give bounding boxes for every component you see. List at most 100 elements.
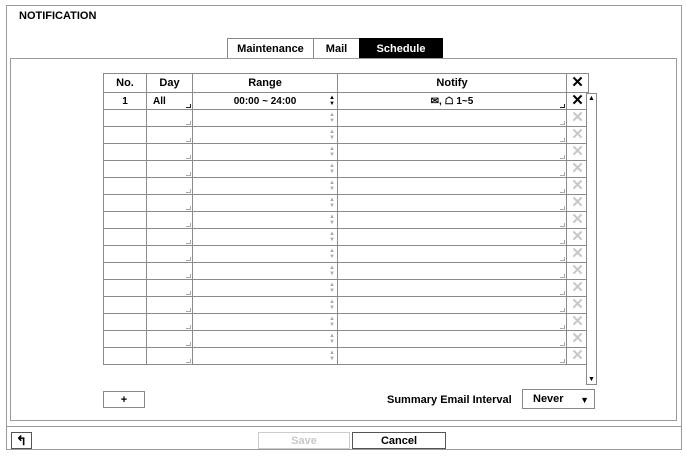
cell-notify[interactable] — [337, 279, 567, 297]
cell-day-select[interactable] — [146, 126, 193, 144]
close-icon: ✕ — [571, 194, 584, 211]
cell-range[interactable]: ▲ ▼ — [192, 228, 338, 246]
scroll-down-icon[interactable]: ▼ — [587, 375, 596, 384]
cell-notify[interactable] — [337, 211, 567, 229]
spinner-icon[interactable]: ▲ ▼ — [329, 129, 335, 141]
cell-range[interactable]: ▲ ▼ — [192, 313, 338, 331]
table-row[interactable]: ▲ ▼ ✕ — [103, 160, 589, 178]
cell-day-select[interactable] — [146, 279, 193, 297]
cell-notify[interactable] — [337, 296, 567, 314]
cell-range[interactable]: ▲ ▼ — [192, 245, 338, 263]
summary-interval-select[interactable]: Never ▼ — [522, 389, 595, 409]
cell-notify[interactable] — [337, 347, 567, 365]
spinner-icon[interactable]: ▲ ▼ — [329, 163, 335, 175]
cell-day-select[interactable] — [146, 347, 193, 365]
cell-range[interactable]: ▲ ▼ — [192, 126, 338, 144]
table-row[interactable]: ▲ ▼ ✕ — [103, 143, 589, 161]
table-row[interactable]: ▲ ▼ ✕ — [103, 126, 589, 144]
cell-day-select[interactable]: All — [146, 92, 193, 110]
delete-all-button[interactable]: ✕ — [566, 73, 589, 93]
cell-notify[interactable] — [337, 194, 567, 212]
table-row[interactable]: ▲ ▼ ✕ — [103, 177, 589, 195]
spinner-icon[interactable]: ▲ ▼ — [329, 316, 335, 328]
cell-day-select[interactable] — [146, 245, 193, 263]
add-schedule-button[interactable]: + — [103, 391, 145, 408]
spinner-icon[interactable]: ▲ ▼ — [329, 197, 335, 209]
cell-range[interactable]: ▲ ▼ — [192, 296, 338, 314]
cell-range[interactable]: ▲ ▼ — [192, 143, 338, 161]
table-row[interactable]: ▲ ▼ ✕ — [103, 245, 589, 263]
cell-day-select[interactable] — [146, 211, 193, 229]
table-row[interactable]: 1 All 00:00 ~ 24:00 ▲ ▼ ✉, ☖ 1~5 ✕ — [103, 92, 589, 110]
tab-schedule[interactable]: Schedule — [359, 38, 443, 58]
tab-maintenance[interactable]: Maintenance — [227, 38, 314, 58]
cell-day-select[interactable] — [146, 194, 193, 212]
cell-day-select[interactable] — [146, 262, 193, 280]
ellipsis-corner-icon — [560, 325, 565, 329]
cell-range[interactable]: ▲ ▼ — [192, 330, 338, 348]
cell-day-select[interactable] — [146, 296, 193, 314]
spinner-icon[interactable]: ▲ ▼ — [329, 180, 335, 192]
spinner-icon[interactable]: ▲ ▼ — [329, 350, 335, 362]
cell-range[interactable]: ▲ ▼ — [192, 279, 338, 297]
cell-notify[interactable] — [337, 245, 567, 263]
cell-day-select[interactable] — [146, 228, 193, 246]
ellipsis-corner-icon — [560, 359, 565, 363]
table-row[interactable]: ▲ ▼ ✕ — [103, 194, 589, 212]
spinner-icon[interactable]: ▲ ▼ — [329, 248, 335, 260]
table-row[interactable]: ▲ ▼ ✕ — [103, 109, 589, 127]
dropdown-corner-icon — [186, 240, 191, 244]
cell-range[interactable]: ▲ ▼ — [192, 194, 338, 212]
table-row[interactable]: ▲ ▼ ✕ — [103, 347, 589, 365]
spinner-icon[interactable]: ▲ ▼ — [329, 333, 335, 345]
spinner-icon[interactable]: ▲ ▼ — [329, 95, 335, 107]
cell-day-select[interactable] — [146, 313, 193, 331]
spinner-icon[interactable]: ▲ ▼ — [329, 299, 335, 311]
cell-range[interactable]: 00:00 ~ 24:00 ▲ ▼ — [192, 92, 338, 110]
cancel-button[interactable]: Cancel — [352, 432, 446, 449]
cell-range[interactable]: ▲ ▼ — [192, 262, 338, 280]
cell-day-select[interactable] — [146, 177, 193, 195]
cell-day-select[interactable] — [146, 143, 193, 161]
table-scrollbar[interactable]: ▲ ▼ — [586, 93, 597, 385]
spinner-icon[interactable]: ▲ ▼ — [329, 231, 335, 243]
ellipsis-corner-icon — [560, 274, 565, 278]
cell-notify[interactable] — [337, 143, 567, 161]
cell-notify[interactable] — [337, 262, 567, 280]
table-row[interactable]: ▲ ▼ ✕ — [103, 330, 589, 348]
cell-notify[interactable] — [337, 330, 567, 348]
scroll-up-icon[interactable]: ▲ — [587, 94, 596, 103]
spinner-icon[interactable]: ▲ ▼ — [329, 214, 335, 226]
spinner-icon[interactable]: ▲ ▼ — [329, 282, 335, 294]
spinner-icon[interactable]: ▲ ▼ — [329, 146, 335, 158]
cell-notify[interactable] — [337, 160, 567, 178]
ellipsis-corner-icon — [560, 240, 565, 244]
table-row[interactable]: ▲ ▼ ✕ — [103, 211, 589, 229]
footer-divider — [6, 426, 682, 427]
cell-day-select[interactable] — [146, 109, 193, 127]
cell-notify[interactable] — [337, 126, 567, 144]
cell-range[interactable]: ▲ ▼ — [192, 347, 338, 365]
cell-notify[interactable]: ✉, ☖ 1~5 — [337, 92, 567, 110]
cell-day-select[interactable] — [146, 160, 193, 178]
cell-day-select[interactable] — [146, 330, 193, 348]
close-icon: ✕ — [571, 92, 584, 109]
table-row[interactable]: ▲ ▼ ✕ — [103, 228, 589, 246]
save-button[interactable]: Save — [258, 432, 350, 449]
cell-range[interactable]: ▲ ▼ — [192, 160, 338, 178]
cell-range[interactable]: ▲ ▼ — [192, 177, 338, 195]
spinner-icon[interactable]: ▲ ▼ — [329, 112, 335, 124]
table-row[interactable]: ▲ ▼ ✕ — [103, 262, 589, 280]
cell-notify[interactable] — [337, 177, 567, 195]
cell-range[interactable]: ▲ ▼ — [192, 109, 338, 127]
table-row[interactable]: ▲ ▼ ✕ — [103, 279, 589, 297]
cell-notify[interactable] — [337, 228, 567, 246]
back-button[interactable]: ↰ — [11, 432, 32, 449]
spinner-icon[interactable]: ▲ ▼ — [329, 265, 335, 277]
cell-notify[interactable] — [337, 109, 567, 127]
table-row[interactable]: ▲ ▼ ✕ — [103, 296, 589, 314]
cell-range[interactable]: ▲ ▼ — [192, 211, 338, 229]
table-row[interactable]: ▲ ▼ ✕ — [103, 313, 589, 331]
tab-mail[interactable]: Mail — [313, 38, 360, 58]
cell-notify[interactable] — [337, 313, 567, 331]
